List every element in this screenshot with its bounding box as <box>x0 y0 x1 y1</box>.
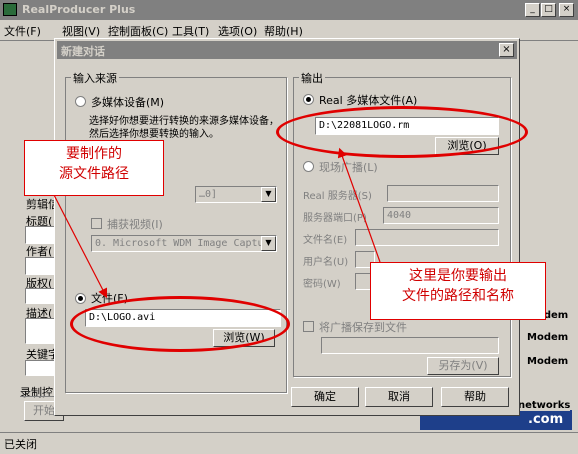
app-titlebar: RealProducer Plus _ □ × <box>0 0 578 20</box>
audio-device-dropdown-icon[interactable]: ▼ <box>261 187 276 202</box>
right-callout: 这里是你要输出 文件的路径和名称 <box>370 262 546 320</box>
broadcast-radio[interactable] <box>303 161 314 172</box>
video-device-dropdown-icon[interactable]: ▼ <box>261 236 276 251</box>
help-button[interactable]: 帮助 <box>441 387 509 407</box>
archive-label[interactable]: 将广播保存到文件 <box>319 319 407 335</box>
menu-tools[interactable]: 工具(T) <box>172 23 209 39</box>
output-label: 输出 <box>299 70 325 86</box>
port-label: 服务器端口(P) <box>303 213 367 224</box>
cancel-button[interactable]: 取消 <box>365 387 433 407</box>
minimize-button[interactable]: _ <box>525 3 540 17</box>
modem-label-2: Modem <box>527 332 569 343</box>
media-device-radio[interactable] <box>75 96 86 107</box>
video-device-select[interactable]: 0. Microsoft WDM Image Captur <box>91 235 277 252</box>
clip-title-input[interactable] <box>25 226 55 244</box>
menu-view[interactable]: 视图(V) <box>62 23 100 39</box>
capture-video-checkbox[interactable] <box>91 218 102 229</box>
left-callout-line2: 源文件路径 <box>59 166 129 182</box>
dialog-titlebar: 新建对话 × <box>57 41 517 59</box>
clip-keyword-input[interactable] <box>25 360 55 376</box>
menu-control-panel[interactable]: 控制面板(C) <box>108 23 168 39</box>
file-input-radio[interactable] <box>75 293 86 304</box>
ok-button[interactable]: 确定 <box>291 387 359 407</box>
right-callout-line1: 这里是你要输出 <box>409 268 507 284</box>
save-as-button[interactable]: 另存为(V) <box>427 357 499 375</box>
dialog-close-button[interactable]: × <box>499 43 514 57</box>
output-path-highlight <box>276 106 528 158</box>
filename-input[interactable] <box>355 229 499 246</box>
username-label: 用户名(U) <box>303 257 349 268</box>
input-source-label: 输入来源 <box>71 70 119 86</box>
password-label: 密码(W) <box>303 279 341 290</box>
dialog-title: 新建对话 <box>61 45 105 58</box>
status-text: 已关闭 <box>4 438 37 451</box>
archive-path-input[interactable] <box>321 337 499 354</box>
banner-com: .com <box>528 412 564 427</box>
status-bar: 已关闭 <box>0 432 578 454</box>
right-callout-line2: 文件的路径和名称 <box>402 288 514 304</box>
menu-bar: 文件(F) 视图(V) 控制面板(C) 工具(T) 选项(O) 帮助(H) <box>0 21 578 39</box>
filename-label: 文件名(E) <box>303 235 348 246</box>
menu-help[interactable]: 帮助(H) <box>264 23 303 39</box>
app-icon <box>3 3 17 16</box>
clip-author-input[interactable] <box>25 257 55 275</box>
close-button[interactable]: × <box>559 3 574 17</box>
clip-copyright-input[interactable] <box>25 288 55 304</box>
input-path-highlight <box>70 296 290 352</box>
left-callout: 要制作的 源文件路径 <box>24 140 164 196</box>
server-input[interactable] <box>387 185 499 202</box>
broadcast-label[interactable]: 现场广播(L) <box>319 159 378 175</box>
media-device-label[interactable]: 多媒体设备(M) <box>91 94 164 110</box>
server-label: Real 服务器(S) <box>303 191 372 202</box>
app-title: RealProducer Plus <box>22 3 136 16</box>
port-input[interactable]: 4040 <box>383 207 499 224</box>
menu-file[interactable]: 文件(F) <box>4 23 41 39</box>
menu-options[interactable]: 选项(O) <box>218 23 257 39</box>
left-callout-line1: 要制作的 <box>66 146 122 162</box>
real-media-radio[interactable] <box>303 94 314 105</box>
banner-networks: networks <box>518 400 571 411</box>
modem-label-3: Modem <box>527 356 569 367</box>
archive-checkbox[interactable] <box>303 321 314 332</box>
maximize-button[interactable]: □ <box>541 3 556 17</box>
record-control-label: 录制控 <box>20 386 53 399</box>
capture-video-label[interactable]: 捕获视频(I) <box>107 216 163 232</box>
new-session-dialog: 新建对话 × 输入来源 多媒体设备(M) 选择好你想要进行转换的来源多媒体设备，… <box>54 38 520 416</box>
clip-desc-input[interactable] <box>25 318 55 344</box>
media-device-desc: 选择好你想要进行转换的来源多媒体设备，然后选择你想要转换的输入。 <box>89 116 279 140</box>
